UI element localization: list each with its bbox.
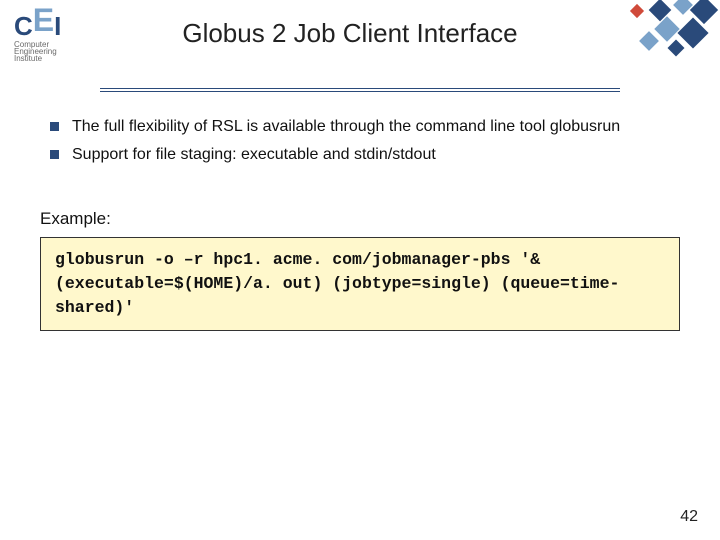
- logo-letter-e: E: [33, 2, 54, 38]
- logo-letters: CEI: [14, 6, 84, 43]
- slide-header: CEI Computer Engineering Institute Globu…: [0, 0, 720, 80]
- diamond-icon: [630, 4, 644, 18]
- corner-decoration: [600, 0, 720, 60]
- diamond-icon: [673, 0, 693, 15]
- slide-title: Globus 2 Job Client Interface: [80, 12, 620, 49]
- logo-letter-i: I: [54, 11, 61, 41]
- diamond-icon: [668, 40, 685, 57]
- page-number: 42: [680, 508, 698, 526]
- logo-letter-c: C: [14, 11, 33, 41]
- code-example: globusrun -o –r hpc1. acme. com/jobmanag…: [40, 237, 680, 331]
- cei-logo: CEI Computer Engineering Institute: [14, 6, 84, 63]
- slide-body: The full flexibility of RSL is available…: [0, 94, 720, 331]
- diamond-icon: [639, 31, 659, 51]
- bullet-list: The full flexibility of RSL is available…: [44, 116, 680, 165]
- list-item: Support for file staging: executable and…: [44, 144, 680, 166]
- list-item: The full flexibility of RSL is available…: [44, 116, 680, 138]
- example-label: Example:: [40, 209, 680, 229]
